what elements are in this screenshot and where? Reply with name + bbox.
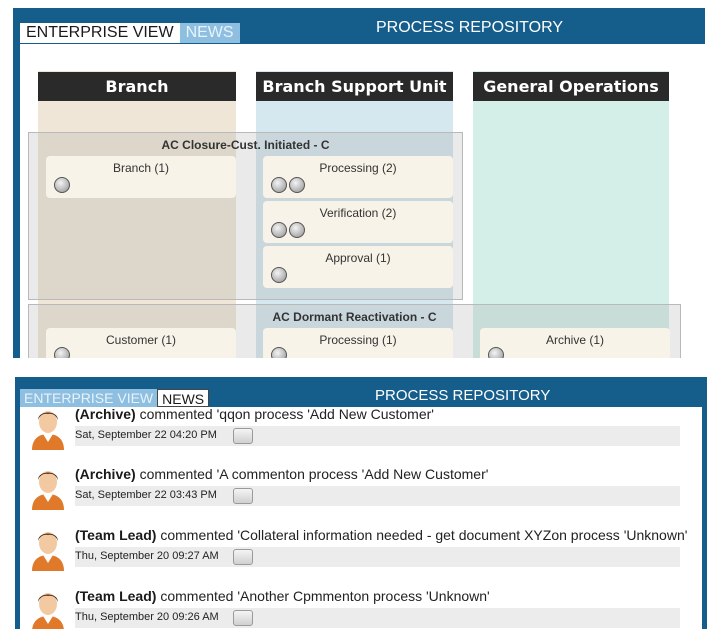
status-circle-icon[interactable] [289,222,305,238]
tab-enterprise-view[interactable]: ENTERPRISE VIEW [20,23,180,43]
step-indicators [271,177,305,193]
status-circle-icon[interactable] [271,347,287,358]
news-author: (Archive) [75,466,136,482]
news-author: (Team Lead) [75,588,157,604]
comment-action-button[interactable] [233,549,253,565]
process-board: Branch Branch Support Unit General Opera… [20,44,705,358]
status-circle-icon[interactable] [54,177,70,193]
news-timestamp: Thu, September 20 09:26 AM [75,611,219,623]
user-avatar-icon [32,532,64,571]
step-label: Branch (1) [112,161,170,175]
user-avatar-icon [32,471,64,510]
step-label: Verification (2) [319,206,397,220]
news-author: (Team Lead) [75,527,157,543]
news-timestamp: Thu, September 20 09:27 AM [75,550,219,562]
comment-action-button[interactable] [233,428,253,444]
step-card[interactable]: Approval (1) [263,246,453,288]
news-meta-bar: Thu, September 20 09:27 AM [75,547,680,567]
process-group-title: AC Dormant Reactivation - C [272,310,437,324]
view-tabs: ENTERPRISE VIEW NEWS [20,23,240,43]
user-avatar-icon [32,593,64,629]
news-text: (Team Lead) commented 'Collateral inform… [75,527,687,543]
step-indicators [271,347,287,358]
step-indicators [488,347,504,358]
news-item: (Team Lead) commented 'Collateral inform… [20,527,702,588]
news-message: commented 'A commenton process 'Add New … [135,466,489,482]
news-message: commented 'Collateral information needed… [156,527,688,543]
tab-enterprise-view[interactable]: ENTERPRISE VIEW [20,389,158,407]
tab-news[interactable]: NEWS [157,389,210,407]
step-label: Archive (1) [545,333,604,347]
news-item: (Archive) commented 'A commenton process… [20,466,702,527]
news-message: commented 'qqon process 'Add New Custome… [135,406,434,422]
page-title: PROCESS REPOSITORY [376,19,564,36]
step-card[interactable]: Branch (1) [46,156,236,198]
process-group-title: AC Closure-Cust. Initiated - C [161,138,330,152]
status-circle-icon[interactable] [271,267,287,283]
comment-action-button[interactable] [233,488,253,504]
news-text: (Team Lead) commented 'Another Cpmmenton… [75,588,490,604]
view-tabs: ENTERPRISE VIEW NEWS [20,389,210,407]
news-text: (Archive) commented 'qqon process 'Add N… [75,406,434,422]
news-meta-bar: Sat, September 22 03:43 PM [75,486,680,506]
lane-header-branch-support-unit: Branch Support Unit [256,72,453,101]
step-card[interactable]: Customer (1) [46,328,236,358]
enterprise-view-panel: ENTERPRISE VIEW NEWS PROCESS REPOSITORY … [13,8,705,358]
news-feed: (Archive) commented 'qqon process 'Add N… [20,406,702,629]
comment-action-button[interactable] [233,610,253,626]
step-label: Customer (1) [105,333,176,347]
news-timestamp: Sat, September 22 03:43 PM [75,489,217,501]
news-author: (Archive) [75,406,136,422]
status-circle-icon[interactable] [271,222,287,238]
status-circle-icon[interactable] [54,347,70,358]
user-avatar-icon [32,411,64,450]
news-timestamp: Sat, September 22 04:20 PM [75,429,217,441]
page-title: PROCESS REPOSITORY [375,387,551,404]
step-indicators [271,222,305,238]
news-item: (Archive) commented 'qqon process 'Add N… [20,406,702,467]
step-indicators [54,177,70,193]
news-meta-bar: Sat, September 22 04:20 PM [75,426,680,446]
step-label: Processing (1) [319,333,397,347]
lane-header-branch: Branch [38,72,236,101]
news-panel: ENTERPRISE VIEW NEWS PROCESS REPOSITORY … [15,377,707,629]
step-label: Approval (1) [325,251,391,265]
news-meta-bar: Thu, September 20 09:26 AM [75,608,680,628]
step-card[interactable]: Processing (1) [263,328,453,358]
step-card[interactable]: Processing (2) [263,156,453,198]
tab-news[interactable]: NEWS [179,23,240,43]
status-circle-icon[interactable] [271,177,287,193]
status-circle-icon[interactable] [488,347,504,358]
status-circle-icon[interactable] [289,177,305,193]
step-label: Processing (2) [319,161,397,175]
step-indicators [271,267,287,283]
news-text: (Archive) commented 'A commenton process… [75,466,488,482]
lane-header-general-operations: General Operations [473,72,669,101]
news-item: (Team Lead) commented 'Another Cpmmenton… [20,588,702,629]
news-message: commented 'Another Cpmmenton process 'Un… [156,588,490,604]
step-card[interactable]: Archive (1) [480,328,670,358]
step-card[interactable]: Verification (2) [263,201,453,243]
step-indicators [54,347,70,358]
